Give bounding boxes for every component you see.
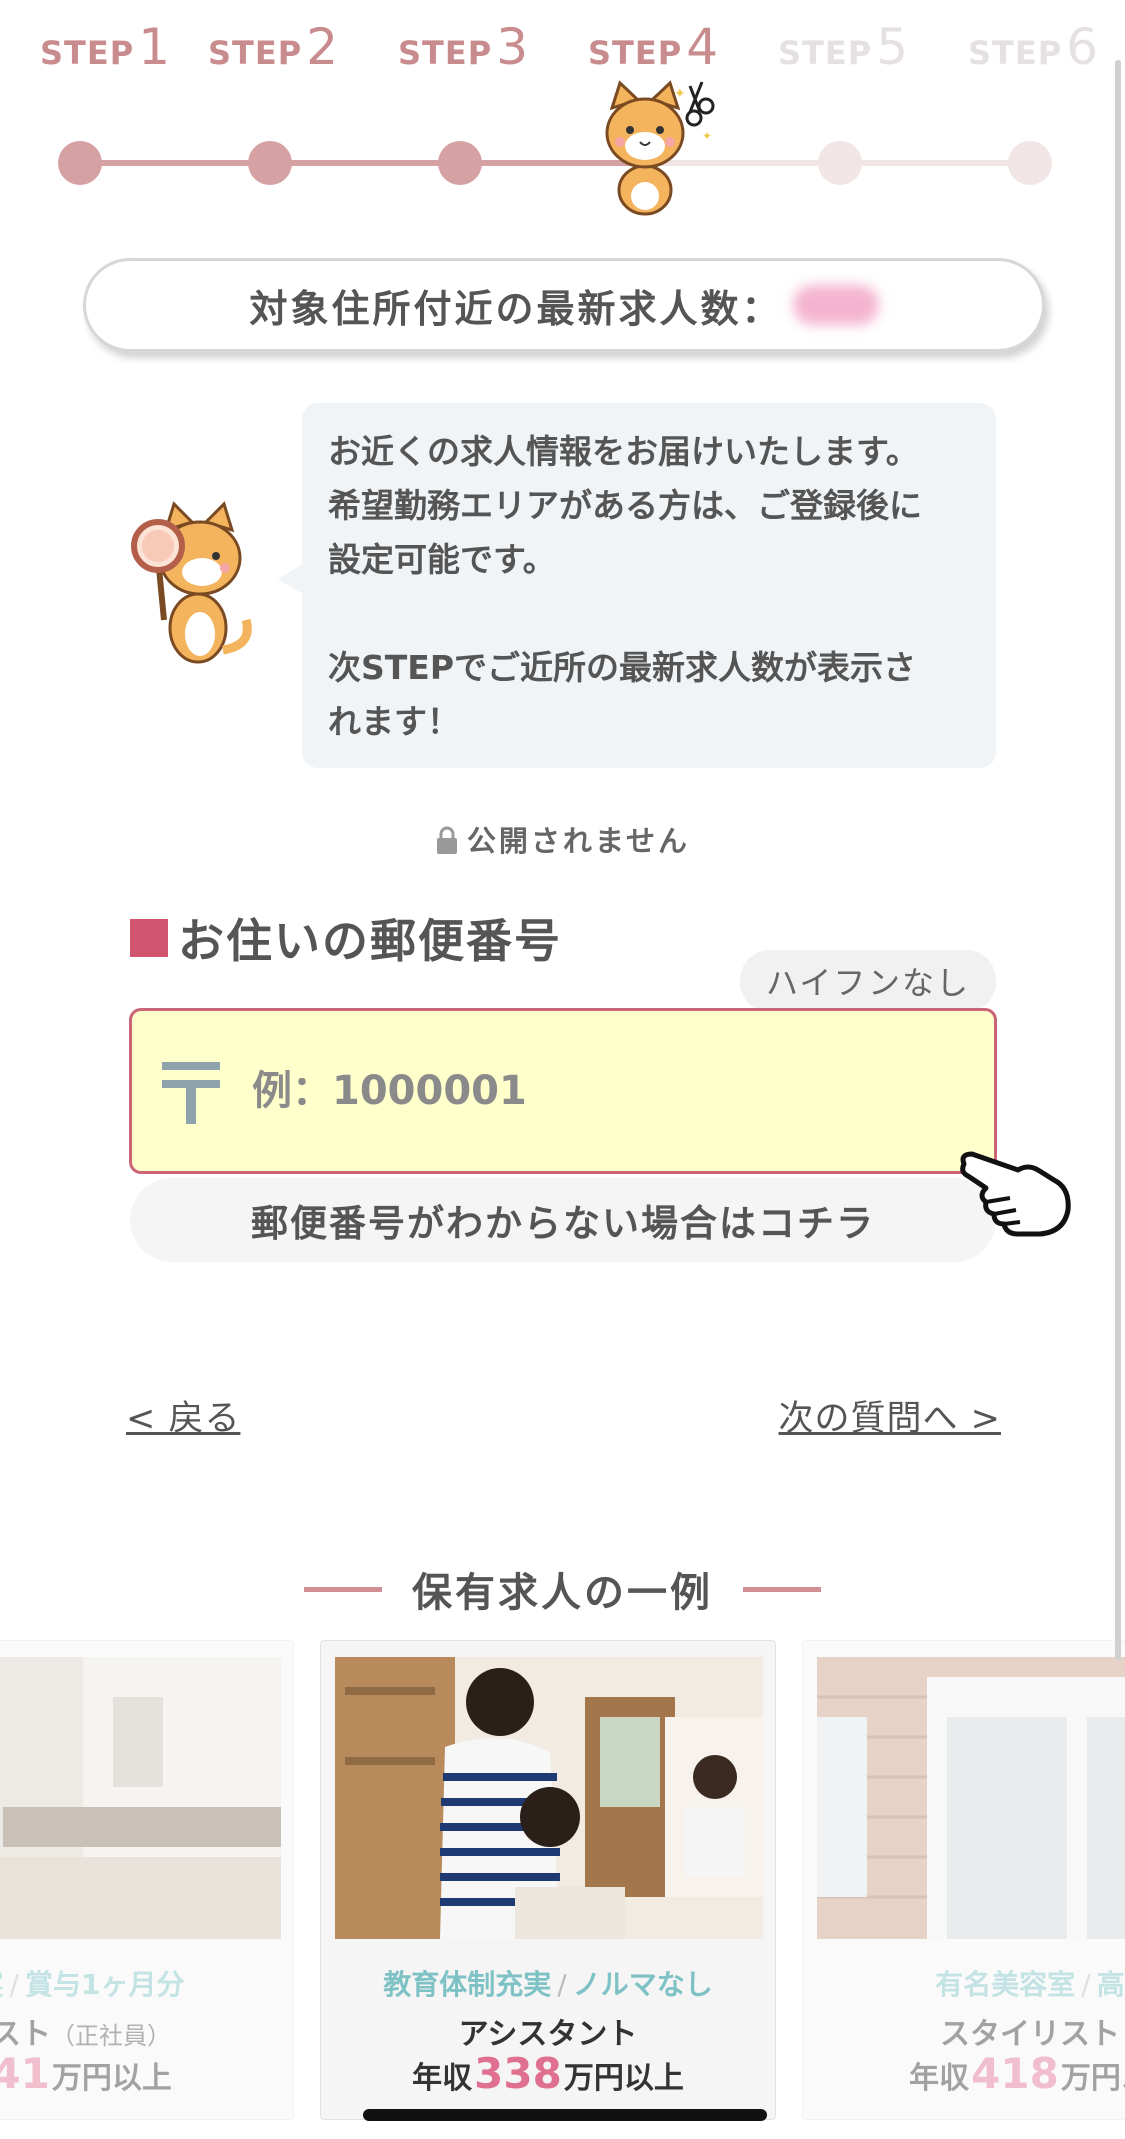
job-card-1[interactable]: 充実/賞与1ヶ月分 リスト（正社員） 341万円以上 [0,1640,294,2120]
step-1-label: STEP1 [40,18,170,76]
job-card-3-tags: 有名美容室 / 高 [935,1968,1125,2001]
heading-rule-right [743,1586,821,1592]
accent-square-icon [130,919,168,957]
stylist-at-work-photo [335,1657,763,1939]
job-card-2-salary: 年収338万円以上 [412,2049,684,2098]
privacy-note: 公開されません [0,818,1125,860]
postal-code-input[interactable] [252,1068,892,1114]
step-5-label: STEP5 [778,18,908,76]
step-1-dot [58,141,102,185]
job-card-3-salary: 年収418万円以 [909,2049,1125,2098]
unknown-postal-code-button[interactable]: 郵便番号がわからない場合はコチラ [130,1178,996,1262]
postal-code-title-text: お住いの郵便番号 [178,914,562,968]
job-card-1-role: リスト（正社員） [0,2017,171,2052]
no-hyphen-hint: ハイフンなし [740,950,996,1012]
example-jobs-heading: 保有求人の一例 [0,1560,1125,1618]
home-indicator[interactable] [363,2109,767,2121]
step-6-dot [1008,141,1052,185]
postal-code-title: お住いの郵便番号 [130,905,562,971]
step-2-label: STEP2 [208,18,338,76]
pointing-hand-icon [960,1151,1071,1237]
info-bubble-text: お近くの求人情報をお届けいたします。 希望勤務エリアがある方は、ご登録後に 設定… [328,432,922,741]
job-card-1-salary: 341万円以上 [0,2049,172,2098]
back-link[interactable]: < 戻る [126,1390,240,1441]
job-count-value-blurred [792,285,879,325]
step-3-dot [438,141,482,185]
job-card-2[interactable]: 教育体制充実 / ノルマなし アシスタント 年収338万円以上 [320,1640,776,2120]
page-scrollbar[interactable] [1115,60,1121,1660]
heading-rule-left [304,1586,382,1592]
postal-code-field[interactable] [129,1008,997,1174]
step-2-dot [248,141,292,185]
postal-mark-icon [162,1062,220,1124]
info-bubble: お近くの求人情報をお届けいたします。 希望勤務エリアがある方は、ご登録後に 設定… [278,403,996,768]
step-3-label: STEP3 [398,18,528,76]
cat-magnifier-icon [131,501,252,664]
job-card-2-tags: 教育体制充実 / ノルマなし [383,1968,713,2001]
svg-text:✦: ✦ [674,86,686,102]
job-card-3-role: スタイリスト [940,2017,1120,2052]
cat-scissors-icon: ✦ ✦ [605,80,715,216]
next-question-link[interactable]: 次の質問へ > [779,1390,1001,1441]
lock-icon [436,826,457,854]
privacy-note-text: 公開されません [466,824,691,858]
job-card-1-tags: 充実/賞与1ヶ月分 [0,1968,185,2001]
step-5-dot [818,141,862,185]
progress-track-done [80,160,660,166]
salon-storefront-photo [817,1657,1125,1939]
nearby-job-count: 対象住所付近の最新求人数： [83,258,1045,352]
step-4-label: STEP4 [588,18,718,76]
job-card-2-role: アシスタント [458,2017,638,2052]
svg-text:✦: ✦ [702,129,712,143]
salon-interior-photo [0,1657,281,1939]
step-progress: STEP1 STEP2 STEP3 STEP4 STEP5 STEP6 ✦ ✦ [0,0,1125,216]
step-6-label: STEP6 [968,18,1098,76]
example-jobs-heading-text: 保有求人の一例 [412,1570,713,1616]
job-card-3[interactable]: 有名美容室/高 スタイリスト 年収418万円以 [802,1640,1125,2120]
job-count-label: 対象住所付近の最新求人数： [249,286,783,331]
